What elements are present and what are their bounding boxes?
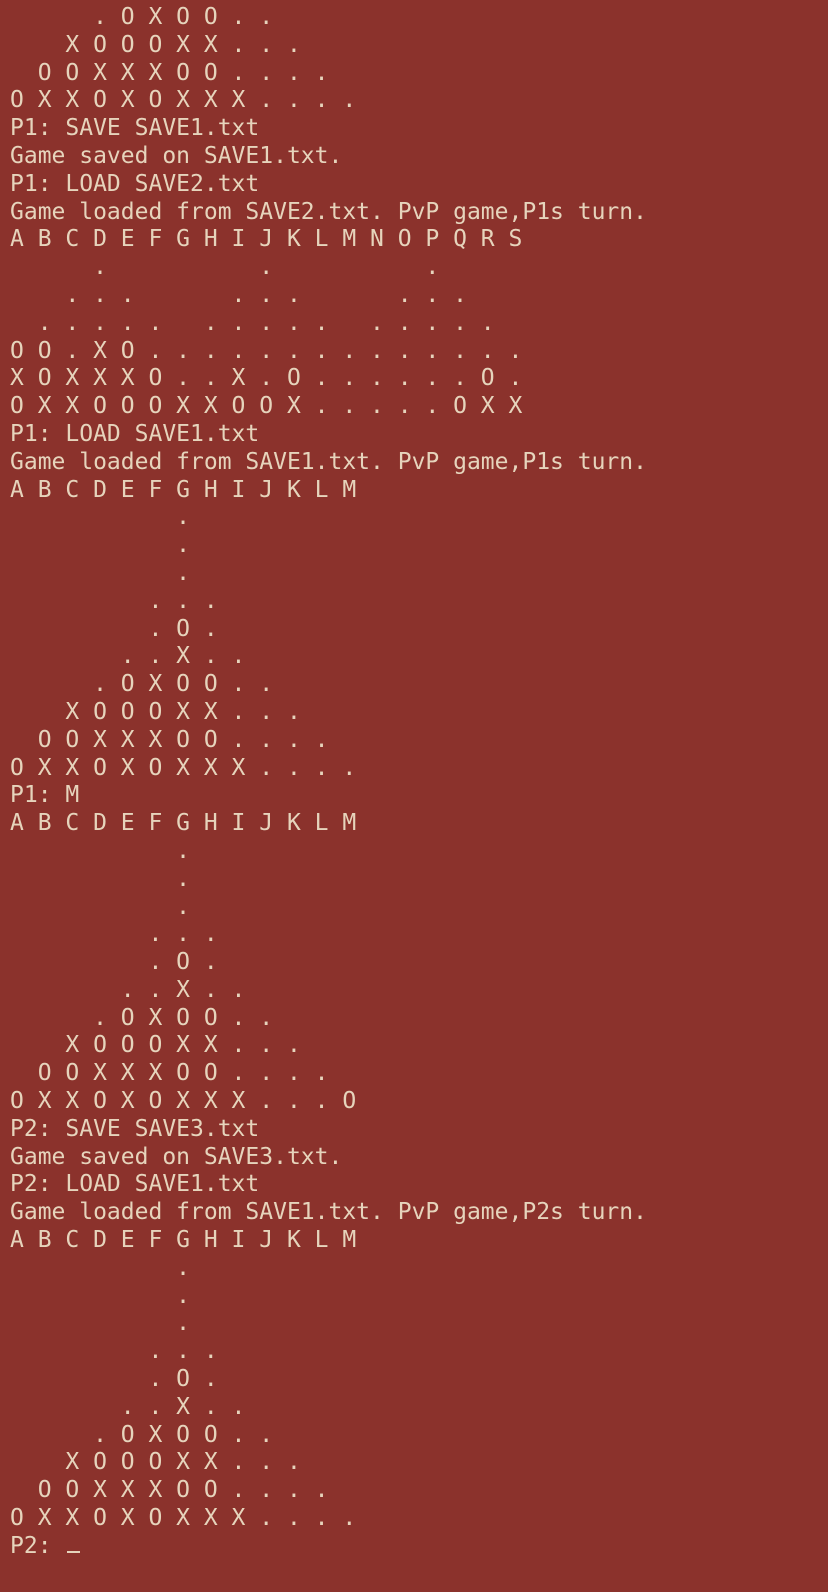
terminal-line: O O X X X O O . . . . — [10, 726, 329, 753]
terminal-line: Game loaded from SAVE1.txt. PvP game,P1s… — [10, 448, 647, 475]
terminal-line: P2: SAVE SAVE3.txt — [10, 1115, 260, 1142]
terminal-line: . . X . . — [10, 976, 246, 1003]
terminal-line: . . X . . — [10, 1393, 246, 1420]
terminal-line: X O O O X X . . . — [10, 1449, 301, 1476]
terminal-line: O X X O X O X X X . . . . — [10, 754, 357, 781]
terminal-line: O X X O X O X X X . . . O — [10, 1088, 357, 1115]
terminal-line: A B C D E F G H I J K L M N O P Q R S — [10, 226, 523, 253]
terminal-line: O O . X O . . . . . . . . . . . . . . — [10, 337, 523, 364]
terminal-line: . . . — [10, 921, 218, 948]
terminal-line: P1: M — [10, 782, 80, 809]
terminal-line: . — [10, 837, 191, 864]
terminal-line: . O X O O . . — [10, 4, 274, 30]
terminal-line: . — [10, 504, 191, 531]
terminal-line: . — [10, 1254, 191, 1281]
terminal-line: P1: LOAD SAVE1.txt — [10, 420, 260, 447]
terminal-line: P1: LOAD SAVE2.txt — [10, 170, 260, 197]
terminal-line: Game saved on SAVE3.txt. — [10, 1143, 343, 1170]
terminal-line: . O . — [10, 1366, 218, 1393]
terminal-line: . — [10, 865, 191, 892]
terminal-line: . . . — [10, 587, 218, 614]
command-prompt: P2: — [10, 1532, 66, 1559]
terminal-line: . . . — [10, 254, 440, 281]
terminal-line: . . X . . — [10, 643, 246, 670]
terminal-output: . O X O O . . X O O O X X . . . O O X X … — [10, 4, 824, 1561]
terminal-line: Game loaded from SAVE1.txt. PvP game,P2s… — [10, 1199, 647, 1226]
command-prompt-line[interactable]: P2: — [10, 1533, 824, 1561]
terminal-line: X O O O X X . . . — [10, 1032, 301, 1059]
terminal-line: . — [10, 559, 191, 586]
terminal-lines: . O X O O . . X O O O X X . . . O O X X … — [10, 4, 824, 1533]
terminal-line: P1: SAVE SAVE1.txt — [10, 115, 260, 142]
terminal-line: . — [10, 1310, 191, 1337]
terminal-line: . O X O O . . — [10, 1004, 274, 1031]
terminal-line: X O X X X O . . X . O . . . . . . O . — [10, 365, 523, 392]
terminal-line: . — [10, 532, 191, 559]
terminal-line: A B C D E F G H I J K L M — [10, 476, 357, 503]
terminal-line: Game saved on SAVE1.txt. — [10, 142, 343, 169]
terminal-line: A B C D E F G H I J K L M — [10, 810, 357, 837]
terminal-line: O O X X X O O . . . . — [10, 1477, 329, 1504]
text-cursor — [67, 1550, 81, 1553]
terminal-line: . . . . . . . . . — [10, 281, 467, 308]
terminal-line: . — [10, 893, 191, 920]
terminal-line: . . . — [10, 1338, 218, 1365]
terminal-line: O O X X X O O . . . . — [10, 59, 329, 86]
terminal-line: P2: LOAD SAVE1.txt — [10, 1171, 260, 1198]
terminal-line: . O X O O . . — [10, 671, 274, 698]
terminal-line: Game loaded from SAVE2.txt. PvP game,P1s… — [10, 198, 647, 225]
terminal-line: O X X O O O X X O O X . . . . . O X X — [10, 393, 523, 420]
terminal-line: O X X O X O X X X . . . . — [10, 87, 357, 114]
terminal-line: . O . — [10, 615, 218, 642]
terminal-line: O X X O X O X X X . . . . — [10, 1505, 357, 1532]
terminal-line: . O . — [10, 949, 218, 976]
terminal-line: . — [10, 1282, 191, 1309]
terminal-line: X O O O X X . . . — [10, 698, 301, 725]
terminal-line: X O O O X X . . . — [10, 31, 301, 58]
terminal-line: . . . . . . . . . . . . . . . — [10, 309, 495, 336]
terminal-line: O O X X X O O . . . . — [10, 1060, 329, 1087]
terminal-line: . O X O O . . — [10, 1421, 274, 1448]
terminal-line: A B C D E F G H I J K L M — [10, 1227, 357, 1254]
